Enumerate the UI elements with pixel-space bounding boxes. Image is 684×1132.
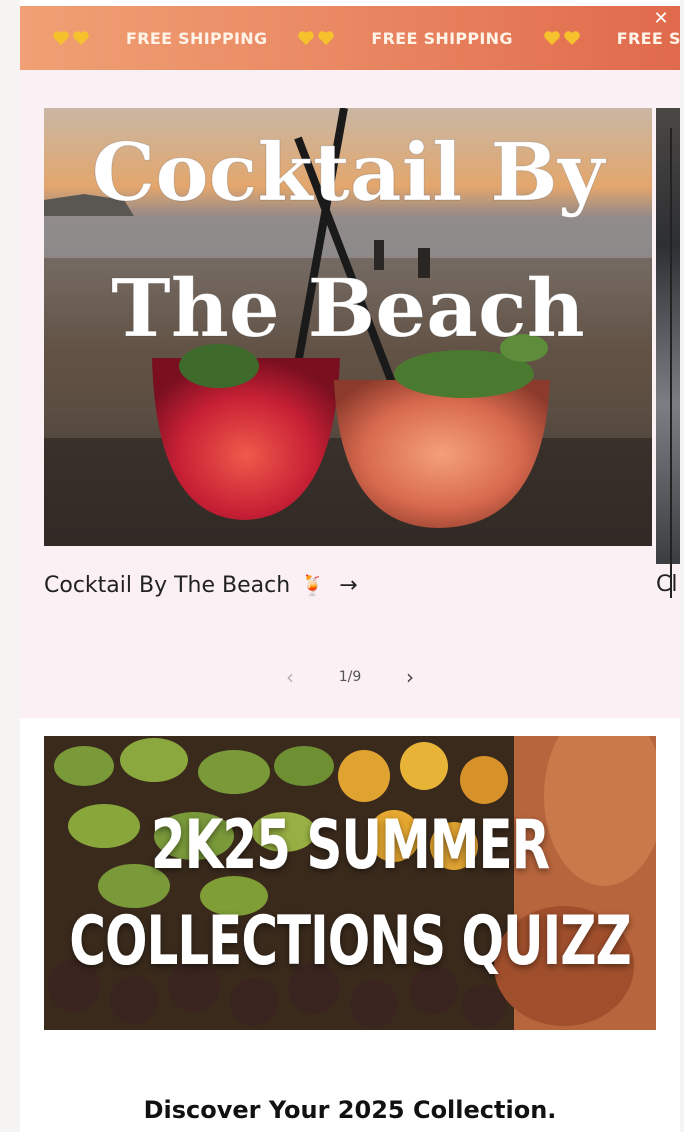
collection-slider: Cocktail By The Beach Cocktail By The Be… — [20, 70, 680, 718]
slide-counter: 1/9 — [338, 669, 362, 685]
hearts-icon — [297, 30, 335, 46]
hearts-icon — [52, 30, 90, 46]
page: FREE SHIPPING FREE SHIPPING FREE SHIPPIN… — [20, 0, 680, 1132]
hearts-icon — [543, 30, 581, 46]
quiz-banner[interactable]: 2K25 SUMMER COLLECTIONS QUIZZ — [44, 736, 656, 1030]
slide-title-line1: Cocktail By — [92, 125, 607, 219]
cocktail-icon: 🍹 — [300, 573, 326, 597]
next-slide-caption[interactable]: Cl — [656, 568, 677, 602]
chevron-right-icon[interactable]: › — [395, 665, 425, 689]
announcement-text: FREE SHIPPING — [616, 28, 680, 48]
slider-pagination: ‹ 1/9 › — [20, 662, 680, 692]
quiz-title-line2: COLLECTIONS QUIZZ — [69, 901, 631, 981]
announcement-bar: FREE SHIPPING FREE SHIPPING FREE SHIPPIN… — [20, 6, 680, 70]
quiz-title-line1: 2K25 SUMMER — [150, 805, 550, 885]
chevron-left-icon[interactable]: ‹ — [275, 665, 305, 689]
next-slide-peek[interactable] — [656, 108, 680, 598]
slide-caption-text: Cocktail By The Beach — [44, 572, 291, 598]
announcement-marquee: FREE SHIPPING FREE SHIPPING FREE SHIPPIN… — [52, 6, 680, 70]
arrow-right-icon: → — [339, 572, 358, 598]
slide-title-line2: The Beach — [111, 261, 585, 355]
slide-caption-link[interactable]: Cocktail By The Beach 🍹 → — [44, 568, 358, 602]
slide-image-cocktail-beach[interactable]: Cocktail By The Beach — [44, 108, 652, 546]
beach-cocktail-photo: Cocktail By The Beach — [44, 108, 652, 546]
announcement-text: FREE SHIPPING — [126, 28, 268, 48]
discover-heading: Discover Your 2025 Collection. — [143, 1096, 557, 1124]
announcement-text: FREE SHIPPING — [371, 28, 513, 48]
close-icon[interactable]: ✕ — [652, 10, 670, 28]
